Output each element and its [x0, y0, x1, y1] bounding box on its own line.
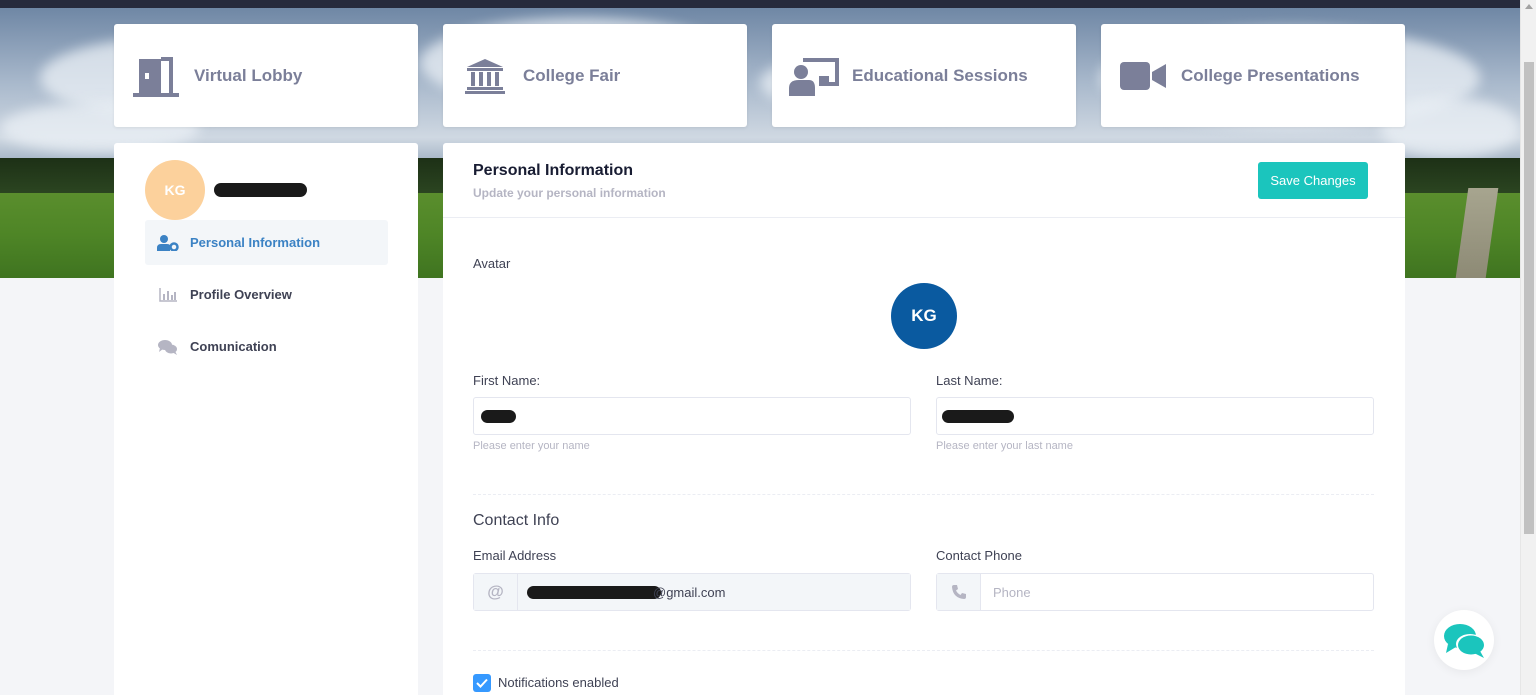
email-label: Email Address	[473, 548, 557, 563]
redacted-last-name	[942, 410, 1014, 423]
user-settings-icon	[157, 234, 179, 251]
sidebar-item-label: Personal Information	[190, 235, 321, 250]
phone-icon	[937, 574, 981, 610]
email-field[interactable]: @ @gmail.com	[473, 573, 911, 611]
email-value: @gmail.com	[518, 574, 910, 610]
avatar: KG	[145, 160, 205, 220]
presentation-icon	[788, 54, 840, 98]
phone-field-group[interactable]	[936, 573, 1374, 611]
checkmark-icon	[476, 678, 488, 688]
page-subtitle: Update your personal information	[473, 186, 666, 200]
door-open-icon	[130, 54, 182, 98]
scrollbar-thumb[interactable]	[1524, 62, 1534, 534]
divider	[473, 494, 1374, 495]
sidebar-item-personal-information[interactable]: Personal Information	[145, 220, 388, 265]
divider	[473, 650, 1374, 651]
redacted-email	[527, 585, 661, 599]
chat-button[interactable]	[1434, 610, 1494, 670]
panel-header: Personal Information Update your persona…	[443, 143, 1405, 218]
phone-label: Contact Phone	[936, 548, 1023, 563]
sidebar-item-comunication[interactable]: Comunication	[145, 324, 388, 369]
last-name-hint: Please enter your last name	[936, 440, 1073, 452]
redacted-first-name	[481, 410, 516, 423]
redacted-username	[214, 183, 307, 197]
personal-information-panel: Personal Information Update your persona…	[443, 143, 1405, 695]
at-sign-icon: @	[474, 574, 518, 610]
nav-card-college-fair[interactable]: College Fair	[443, 24, 747, 127]
last-name-field[interactable]	[936, 397, 1374, 435]
nav-card-label: College Presentations	[1181, 65, 1360, 85]
email-domain: @gmail.com	[653, 584, 726, 600]
nav-card-label: Educational Sessions	[852, 65, 1028, 85]
first-name-field[interactable]	[473, 397, 911, 435]
scroll-up-icon[interactable]	[1525, 4, 1533, 9]
first-name-label: First Name:	[473, 373, 541, 388]
page-title: Personal Information	[473, 162, 634, 179]
bar-chart-icon	[157, 287, 179, 302]
page-scrollbar[interactable]	[1520, 0, 1536, 695]
notifications-label: Notifications enabled	[498, 675, 619, 690]
nav-card-educational-sessions[interactable]: Educational Sessions	[772, 24, 1076, 127]
phone-input[interactable]	[993, 584, 1373, 600]
nav-card-label: College Fair	[523, 65, 621, 85]
avatar-label: Avatar	[473, 256, 511, 271]
first-name-hint: Please enter your name	[473, 440, 590, 452]
avatar-large[interactable]: KG	[891, 283, 957, 349]
save-changes-button[interactable]: Save Changes	[1258, 162, 1368, 199]
sidebar-item-profile-overview[interactable]: Profile Overview	[145, 272, 388, 317]
nav-card-college-presentations[interactable]: College Presentations	[1101, 24, 1405, 127]
top-bar	[0, 0, 1520, 8]
profile-sidebar: KG Personal Information Profile Overview	[114, 143, 418, 695]
institution-icon	[459, 54, 511, 98]
sidebar-item-label: Profile Overview	[190, 287, 292, 302]
sidebar-item-label: Comunication	[190, 339, 277, 354]
video-camera-icon	[1117, 54, 1169, 98]
nav-card-virtual-lobby[interactable]: Virtual Lobby	[114, 24, 418, 127]
nav-card-label: Virtual Lobby	[194, 65, 303, 85]
last-name-label: Last Name:	[936, 373, 1003, 388]
notifications-checkbox[interactable]	[473, 674, 491, 692]
chat-bubbles-icon	[1444, 624, 1484, 658]
chat-bubbles-icon	[157, 339, 179, 355]
contact-info-heading: Contact Info	[473, 512, 560, 529]
